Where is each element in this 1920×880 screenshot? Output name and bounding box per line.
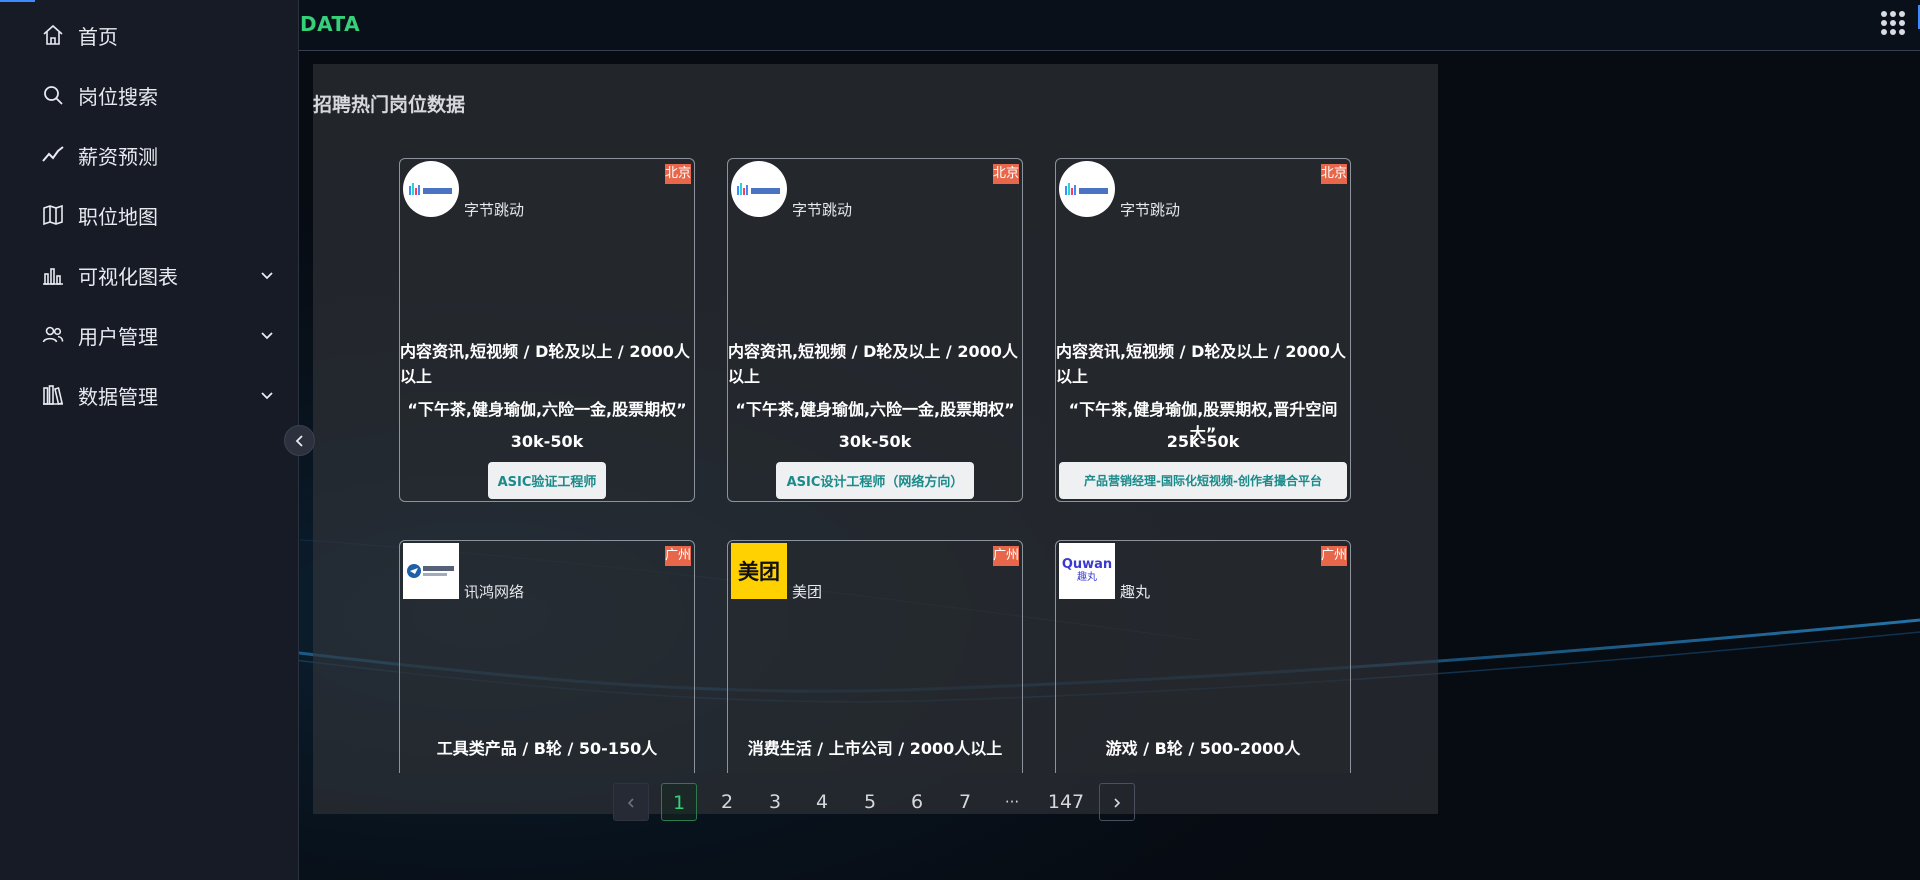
home-icon — [40, 22, 66, 48]
city-badge: 广州 — [665, 546, 691, 566]
job-card[interactable]: Quwan 趣丸 趣丸 广州 游戏 / B轮 / 500-2000人 — [1055, 540, 1351, 773]
bytedance-logo — [731, 161, 787, 217]
page-4-button[interactable]: 4 — [804, 783, 840, 821]
page-6-button[interactable]: 6 — [899, 783, 935, 821]
sidebar-item-label: 数据管理 — [78, 384, 158, 409]
chevron-right-icon — [1114, 798, 1121, 808]
job-title-button[interactable]: ASIC设计工程师（网络方向） — [776, 462, 974, 499]
job-card[interactable]: 字节跳动 北京 内容资讯,短视频 / D轮及以上 / 2000人以上 “下午茶,… — [1055, 158, 1351, 502]
brand-logo-text: DATA — [300, 12, 361, 36]
chevron-down-icon — [261, 392, 273, 400]
sidebar-item-data-management[interactable]: 数据管理 — [0, 365, 299, 425]
sidebar-item-salary-prediction[interactable]: 薪资预测 — [0, 125, 299, 185]
hot-jobs-panel: 招聘热门岗位数据 字节跳动 北京 内容资讯,短视频 / D轮及以上 / 2000… — [313, 64, 1438, 814]
sidebar-item-user-management[interactable]: 用户管理 — [0, 305, 299, 365]
company-info: 内容资讯,短视频 / D轮及以上 / 2000人以上 — [1056, 342, 1346, 386]
sidebar-item-label: 用户管理 — [78, 324, 158, 349]
city-badge: 广州 — [993, 546, 1019, 566]
salary-range: 30k-50k — [510, 432, 584, 451]
apps-grid-icon[interactable] — [1878, 8, 1908, 38]
company-name: 美团 — [792, 583, 823, 601]
job-title-button[interactable]: ASIC验证工程师 — [488, 462, 606, 499]
company-info: 内容资讯,短视频 / D轮及以上 / 2000人以上 — [400, 342, 690, 386]
sidebar: 首页 岗位搜索 薪资预测 职位地图 可视化图表 用户管理 数据管理 — [0, 0, 299, 880]
city-badge: 北京 — [993, 164, 1019, 184]
company-name: 字节跳动 — [792, 201, 853, 219]
sidebar-item-home[interactable]: 首页 — [0, 5, 299, 65]
page-7-button[interactable]: 7 — [947, 783, 983, 821]
job-card[interactable]: 美团 美团 广州 消费生活 / 上市公司 / 2000人以上 — [727, 540, 1023, 773]
more-pages-ellipsis[interactable]: ··· — [994, 783, 1030, 821]
sidebar-item-job-map[interactable]: 职位地图 — [0, 185, 299, 245]
trend-line-icon — [40, 142, 66, 168]
city-badge: 北京 — [665, 164, 691, 184]
sidebar-item-job-search[interactable]: 岗位搜索 — [0, 65, 299, 125]
top-header: DATA — [299, 0, 1920, 51]
sidebar-item-label: 岗位搜索 — [78, 84, 158, 109]
page-2-button[interactable]: 2 — [709, 783, 745, 821]
search-icon — [40, 82, 66, 108]
welfare-text: “下午茶,健身瑜伽,六险一金,股票期权” — [407, 400, 687, 419]
map-icon — [40, 202, 66, 228]
company-info: 内容资讯,短视频 / D轮及以上 / 2000人以上 — [728, 342, 1018, 386]
job-card[interactable]: 字节跳动 北京 内容资讯,短视频 / D轮及以上 / 2000人以上 “下午茶,… — [399, 158, 695, 502]
users-icon — [40, 322, 66, 348]
sidebar-item-label: 首页 — [78, 24, 118, 49]
sidebar-collapse-button[interactable] — [284, 425, 315, 456]
bar-chart-icon — [40, 262, 66, 288]
page-5-button[interactable]: 5 — [852, 783, 888, 821]
sidebar-item-charts[interactable]: 可视化图表 — [0, 245, 299, 305]
next-page-button[interactable] — [1099, 783, 1135, 821]
job-title-button[interactable]: 产品营销经理-国际化短视频-创作者撮合平台 — [1059, 462, 1347, 499]
bytedance-logo — [403, 161, 459, 217]
company-info: 消费生活 / 上市公司 / 2000人以上 — [747, 739, 1003, 758]
prev-page-button[interactable] — [613, 783, 649, 821]
company-name: 趣丸 — [1120, 583, 1151, 601]
page-1-button[interactable]: 1 — [661, 783, 697, 821]
job-card[interactable]: 讯鸿网络 广州 工具类产品 / B轮 / 50-150人 — [399, 540, 695, 773]
bytedance-logo — [1059, 161, 1115, 217]
cards-grid: 字节跳动 北京 内容资讯,短视频 / D轮及以上 / 2000人以上 “下午茶,… — [313, 64, 1438, 773]
chevron-left-icon — [295, 434, 303, 447]
city-badge: 广州 — [1321, 546, 1347, 566]
salary-range: 30k-50k — [838, 432, 912, 451]
sidebar-top-accent — [0, 0, 35, 2]
chevron-down-icon — [261, 332, 273, 340]
company-info: 游戏 / B轮 / 500-2000人 — [1105, 739, 1301, 758]
xunhong-logo — [403, 543, 459, 599]
page-last-button[interactable]: 147 — [1038, 783, 1094, 821]
company-name: 讯鸿网络 — [464, 583, 525, 601]
chevron-down-icon — [261, 272, 273, 280]
company-name: 字节跳动 — [1120, 201, 1181, 219]
chevron-left-icon — [627, 798, 634, 808]
job-card[interactable]: 字节跳动 北京 内容资讯,短视频 / D轮及以上 / 2000人以上 “下午茶,… — [727, 158, 1023, 502]
page-3-button[interactable]: 3 — [757, 783, 793, 821]
quwan-logo: Quwan 趣丸 — [1059, 543, 1115, 599]
library-icon — [40, 382, 66, 408]
salary-range: 25k-50k — [1166, 432, 1240, 451]
meituan-logo: 美团 — [731, 543, 787, 599]
sidebar-item-label: 可视化图表 — [78, 264, 178, 289]
sidebar-item-label: 薪资预测 — [78, 144, 158, 169]
city-badge: 北京 — [1321, 164, 1347, 184]
company-info: 工具类产品 / B轮 / 50-150人 — [436, 739, 658, 758]
sidebar-item-label: 职位地图 — [78, 204, 158, 229]
company-name: 字节跳动 — [464, 201, 525, 219]
welfare-text: “下午茶,健身瑜伽,六险一金,股票期权” — [735, 400, 1015, 419]
